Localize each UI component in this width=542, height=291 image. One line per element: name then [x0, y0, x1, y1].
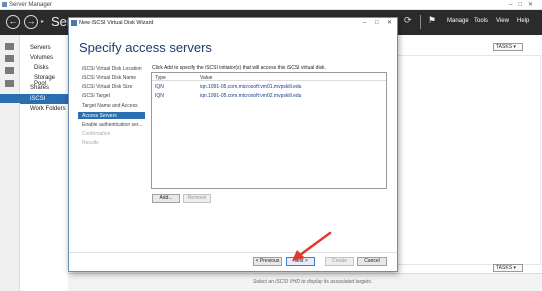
tasks-label: TASKS [496, 44, 513, 50]
navigation-pane: Servers Volumes Disks Storage Pool Share… [20, 35, 68, 291]
table-row[interactable]: IQN iqn.1991-05.com.microsoft:vm01.mvpsk… [152, 82, 386, 90]
nav-item-disks[interactable]: Disks [34, 65, 49, 71]
step-results: Results [82, 140, 99, 146]
column-header-type[interactable]: Type [155, 75, 166, 81]
close-icon[interactable]: ✕ [528, 2, 539, 8]
cancel-button[interactable]: Cancel [357, 257, 387, 266]
nav-item-iscsi[interactable]: iSCSI [30, 96, 45, 102]
access-servers-table[interactable]: Type Value IQN iqn.1991-05.com.microsoft… [151, 72, 387, 189]
step-virtual-disk-size[interactable]: iSCSI Virtual Disk Size [82, 84, 132, 90]
remove-button: Remove [183, 194, 211, 203]
notifications-flag-icon[interactable]: ⚑ [428, 15, 436, 26]
left-icon-rail [0, 35, 20, 291]
step-virtual-disk-name[interactable]: iSCSI Virtual Disk Name [82, 75, 136, 81]
new-iscsi-virtual-disk-wizard: New iSCSI Virtual Disk Wizard – □ ✕ Spec… [68, 17, 398, 272]
wizard-close-icon[interactable]: ✕ [387, 18, 392, 28]
window-title: Server Manager [9, 2, 53, 8]
wizard-app-icon [71, 20, 77, 26]
wizard-description: Click Add to specify the iSCSI initiator… [152, 65, 326, 71]
chevron-right-icon: ▸ [41, 19, 45, 25]
menu-view[interactable]: View [496, 18, 509, 24]
tasks-label: TASKS [496, 265, 513, 271]
wizard-maximize-icon[interactable]: □ [375, 18, 379, 28]
tasks-dropdown-bottom[interactable]: TASKS ▾ [493, 264, 523, 272]
vhd-list-panel [397, 55, 541, 265]
previous-button[interactable]: < Previous [253, 257, 282, 266]
menu-manage[interactable]: Manage [447, 18, 469, 24]
menu-help[interactable]: Help [517, 18, 529, 24]
step-virtual-disk-location[interactable]: iSCSI Virtual Disk Location [82, 66, 142, 72]
nav-item-shares[interactable]: Shares [30, 85, 49, 91]
column-header-value[interactable]: Value [200, 75, 212, 81]
add-button[interactable]: Add... [152, 194, 180, 203]
wizard-minimize-icon[interactable]: – [363, 18, 366, 28]
minimize-icon[interactable]: – [509, 2, 518, 8]
nav-item-work-folders[interactable]: Work Folders [30, 106, 66, 112]
local-server-icon[interactable] [5, 55, 14, 62]
all-servers-icon[interactable] [5, 67, 14, 74]
table-header: Type Value [152, 73, 386, 81]
server-manager-app-icon [2, 2, 7, 7]
step-confirmation: Confirmation [82, 131, 111, 137]
wizard-heading: Specify access servers [79, 40, 212, 55]
wizard-footer-separator [69, 252, 397, 253]
window-controls[interactable]: –□✕ [509, 0, 539, 10]
row-type-cell: IQN [155, 83, 164, 90]
back-arrow-icon[interactable]: ← [6, 15, 20, 29]
row-value-cell: iqn.1991-05.com.microsoft:vm02.mvpskill.… [200, 92, 302, 99]
table-row[interactable]: IQN iqn.1991-05.com.microsoft:vm02.mvpsk… [152, 91, 386, 99]
server-manager-titlebar: Server Manager –□✕ [0, 0, 542, 10]
nav-item-volumes[interactable]: Volumes [30, 55, 53, 61]
refresh-icon[interactable]: ⟳ [404, 15, 412, 26]
file-services-icon[interactable] [5, 80, 14, 87]
wizard-titlebar: New iSCSI Virtual Disk Wizard – □ ✕ [69, 18, 397, 28]
maximize-icon[interactable]: □ [518, 2, 528, 8]
content-area: TASKS ▾ TASKS ▾ [396, 35, 542, 291]
menu-tools[interactable]: Tools [474, 18, 488, 24]
targets-hint: Select an iSCSI VHD to display its assoc… [253, 279, 373, 285]
wizard-title: New iSCSI Virtual Disk Wizard [79, 20, 154, 26]
tasks-dropdown-top[interactable]: TASKS ▾ [493, 43, 523, 51]
step-enable-authentication[interactable]: Enable authentication ser... [82, 122, 142, 128]
header-divider [420, 15, 421, 29]
dashboard-icon[interactable] [5, 43, 14, 50]
annotation-arrow-icon [292, 231, 332, 261]
step-target-name-access[interactable]: Target Name and Access [82, 103, 138, 109]
file-storage-icon[interactable] [0, 94, 20, 103]
forward-arrow-icon[interactable]: → [24, 15, 38, 29]
step-access-servers[interactable]: Access Servers [82, 113, 117, 119]
step-iscsi-target[interactable]: iSCSI Target [82, 93, 110, 99]
row-type-cell: IQN [155, 92, 164, 99]
targets-panel: Select an iSCSI VHD to display its assoc… [68, 273, 542, 291]
row-value-cell: iqn.1991-05.com.microsoft:vm01.mvpskill.… [200, 83, 302, 90]
nav-item-servers[interactable]: Servers [30, 45, 51, 51]
